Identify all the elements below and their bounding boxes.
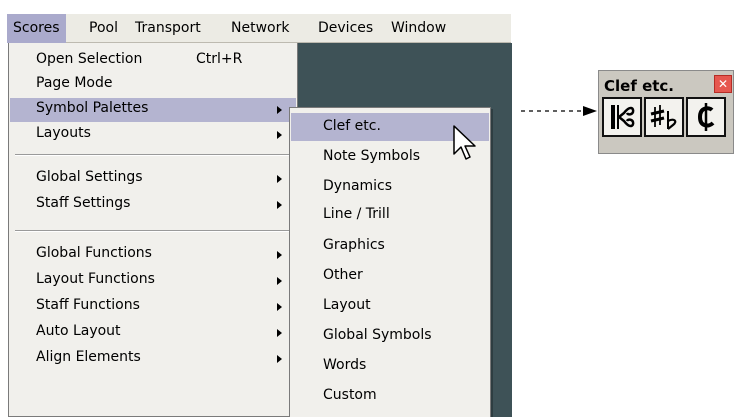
mouse-pointer-icon (453, 125, 476, 160)
scores-dropdown-menu: Open Selection Ctrl+R Page Mode Symbol P… (8, 43, 298, 417)
submenu-item-custom[interactable]: Custom (291, 382, 489, 410)
submenu-arrow-icon (277, 303, 282, 311)
menu-item-layouts[interactable]: Layouts (10, 123, 296, 147)
menu-pool[interactable]: Pool (83, 14, 124, 43)
menu-item-layout-functions[interactable]: Layout Functions (10, 269, 296, 293)
submenu-item-global-symbols[interactable]: Global Symbols (291, 322, 489, 350)
submenu-item-layout[interactable]: Layout (291, 292, 489, 320)
menu-item-label: Staff Settings (36, 195, 131, 211)
menu-item-symbol-palettes[interactable]: Symbol Palettes (10, 98, 296, 122)
palette-title: Clef etc. (604, 77, 675, 95)
menu-item-page-mode[interactable]: Page Mode (10, 73, 296, 97)
submenu-arrow-icon (277, 131, 282, 139)
close-icon[interactable]: ✕ (714, 75, 732, 93)
submenu-item-label: Global Symbols (323, 327, 432, 343)
submenu-item-label: Words (323, 357, 367, 373)
alto-clef-button[interactable] (602, 97, 642, 137)
menu-item-staff-settings[interactable]: Staff Settings (10, 193, 296, 217)
alto-clef-icon (611, 105, 635, 129)
menu-item-global-settings[interactable]: Global Settings (10, 167, 296, 191)
menu-item-staff-functions[interactable]: Staff Functions (10, 295, 296, 319)
submenu-arrow-icon (277, 106, 282, 114)
menu-devices[interactable]: Devices (312, 14, 379, 43)
submenu-item-label: Other (323, 267, 363, 283)
menu-item-label: Open Selection (36, 51, 143, 67)
menu-item-label: Symbol Palettes (36, 100, 149, 116)
submenu-arrow-icon (277, 355, 282, 363)
submenu-item-label: Layout (323, 297, 371, 313)
submenu-arrow-icon (277, 329, 282, 337)
menu-item-shortcut: Ctrl+R (196, 51, 243, 67)
submenu-arrow-icon (277, 251, 282, 259)
menu-window[interactable]: Window (385, 14, 452, 43)
cut-time-icon (697, 103, 715, 131)
submenu-item-label: Note Symbols (323, 148, 421, 164)
submenu-item-line-trill[interactable]: Line / Trill (291, 201, 489, 229)
sharp-flat-button[interactable] (644, 97, 684, 137)
submenu-item-label: Clef etc. (323, 118, 381, 134)
submenu-item-label: Dynamics (323, 178, 393, 194)
menu-item-label: Global Settings (36, 169, 143, 185)
menu-item-label: Staff Functions (36, 297, 140, 313)
menu-scores[interactable]: Scores (7, 14, 66, 43)
submenu-arrow-icon (277, 277, 282, 285)
menu-item-open-selection[interactable]: Open Selection Ctrl+R (10, 49, 296, 73)
submenu-item-other[interactable]: Other (291, 262, 489, 290)
menu-transport[interactable]: Transport (129, 14, 207, 43)
submenu-arrow-icon (277, 201, 282, 209)
menu-item-align-elements[interactable]: Align Elements (10, 347, 296, 371)
menu-item-label: Layout Functions (36, 271, 155, 287)
menu-item-label: Auto Layout (36, 323, 121, 339)
menu-bar: Scores Pool Transport Network Devices Wi… (7, 13, 511, 43)
submenu-item-label: Line / Trill (323, 206, 390, 222)
submenu-item-graphics[interactable]: Graphics (291, 232, 489, 260)
submenu-item-label: Graphics (323, 237, 385, 253)
dashed-arrow-icon (521, 106, 597, 116)
menu-item-label: Align Elements (36, 349, 141, 365)
menu-item-auto-layout[interactable]: Auto Layout (10, 321, 296, 345)
submenu-arrow-icon (277, 175, 282, 183)
submenu-item-label: Custom (323, 387, 377, 403)
menu-item-global-functions[interactable]: Global Functions (10, 243, 296, 267)
menu-separator (15, 230, 293, 232)
menu-separator (15, 154, 293, 156)
menu-item-label: Layouts (36, 125, 91, 141)
menu-network[interactable]: Network (225, 14, 295, 43)
submenu-item-dynamics[interactable]: Dynamics (291, 173, 489, 201)
cut-time-button[interactable] (686, 97, 726, 137)
menu-item-label: Global Functions (36, 245, 152, 261)
menu-item-label: Page Mode (36, 75, 113, 91)
clef-palette-window[interactable]: Clef etc. ✕ (598, 70, 734, 154)
sharp-flat-icon (650, 105, 677, 130)
submenu-item-words[interactable]: Words (291, 352, 489, 380)
